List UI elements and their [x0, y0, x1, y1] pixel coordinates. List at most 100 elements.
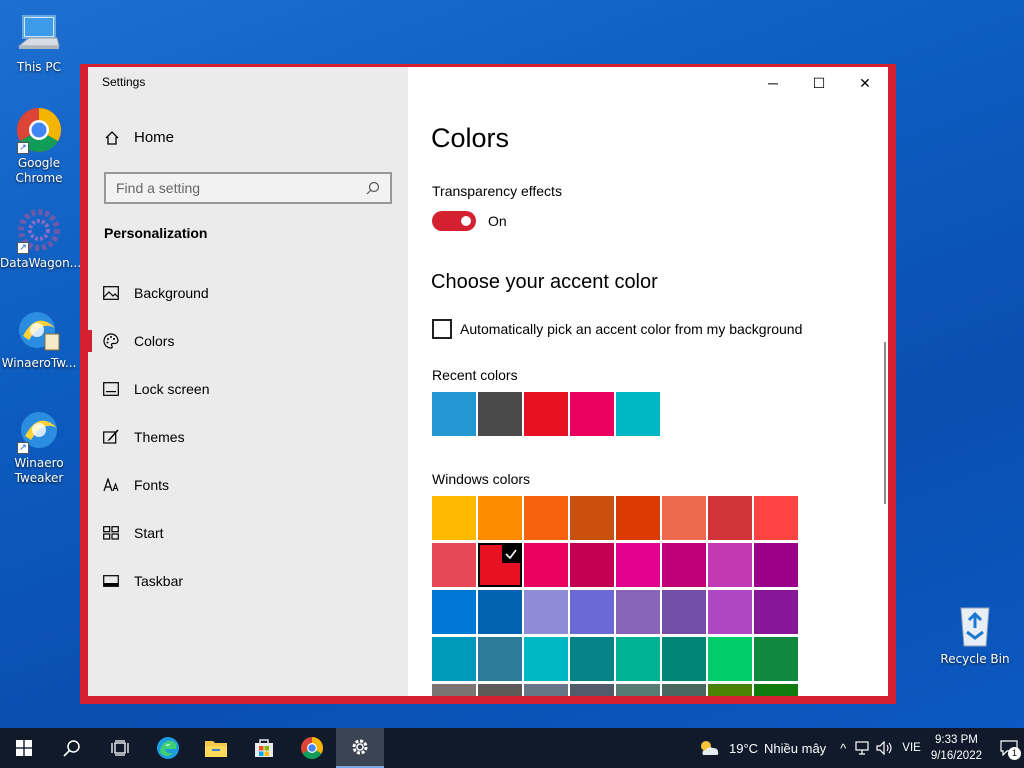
search-input[interactable]: Find a setting	[104, 172, 392, 204]
color-swatch[interactable]	[754, 637, 798, 681]
sidebar-item-lock-screen[interactable]: Lock screen	[88, 365, 408, 413]
color-swatch[interactable]	[432, 496, 476, 540]
desktop-icon-recycle-bin[interactable]: Recycle Bin	[936, 602, 1014, 667]
color-swatch[interactable]	[754, 684, 798, 696]
taskbar-file-explorer[interactable]	[192, 728, 240, 768]
desktop-icon-this-pc[interactable]: This PC	[0, 10, 78, 75]
color-swatch[interactable]	[524, 637, 568, 681]
color-swatch[interactable]	[616, 684, 660, 696]
window-controls: ─ ☐ ✕	[750, 67, 888, 99]
recent-color-swatch[interactable]	[524, 392, 568, 436]
color-swatch[interactable]	[570, 637, 614, 681]
color-swatch[interactable]	[754, 590, 798, 634]
desktop-icon-datawagon[interactable]: ↗ DataWagon...	[0, 206, 81, 271]
recent-colors-label: Recent colors	[432, 367, 518, 383]
color-swatch[interactable]	[708, 543, 752, 587]
sidebar-item-colors[interactable]: Colors	[88, 317, 408, 365]
weather-temp[interactable]: 19°C	[729, 741, 758, 756]
clock[interactable]: 9:33 PM 9/16/2022	[931, 732, 982, 764]
winaero-icon: ↗	[15, 406, 63, 454]
color-swatch[interactable]	[754, 543, 798, 587]
color-swatch[interactable]	[524, 496, 568, 540]
weather-icon[interactable]	[697, 738, 721, 758]
sidebar-item-start[interactable]: Start	[88, 509, 408, 557]
taskbar-store[interactable]	[240, 728, 288, 768]
color-swatch[interactable]	[662, 543, 706, 587]
color-swatch[interactable]	[478, 637, 522, 681]
color-swatch[interactable]	[570, 496, 614, 540]
notification-count: 1	[1008, 747, 1021, 760]
volume-icon[interactable]	[876, 741, 894, 755]
windows-colors-grid	[432, 496, 798, 696]
desktop-icon-google-chrome[interactable]: ↗ Google Chrome	[0, 106, 78, 186]
minimize-button[interactable]: ─	[750, 67, 796, 99]
color-swatch[interactable]	[662, 637, 706, 681]
sidebar-item-home[interactable]: Home	[104, 129, 174, 146]
color-swatch[interactable]	[478, 590, 522, 634]
color-swatch[interactable]	[478, 543, 522, 587]
desktop-icon-winaerotweaker-1[interactable]: WinaeroTw...	[0, 306, 78, 371]
color-swatch[interactable]	[662, 590, 706, 634]
windows-colors-label: Windows colors	[432, 471, 531, 487]
color-swatch[interactable]	[754, 496, 798, 540]
color-swatch[interactable]	[478, 496, 522, 540]
maximize-button[interactable]: ☐	[796, 67, 842, 99]
desktop-icon-label: Winaero Tweaker	[14, 456, 64, 485]
color-swatch[interactable]	[524, 543, 568, 587]
sidebar-item-taskbar[interactable]: Taskbar	[88, 557, 408, 605]
sidebar-item-background[interactable]: Background	[88, 269, 408, 317]
windows-logo-icon	[16, 740, 32, 756]
start-button[interactable]	[0, 728, 48, 768]
taskbar-settings[interactable]	[336, 728, 384, 768]
desktop-icon-winaero-tweaker[interactable]: ↗ Winaero Tweaker	[0, 406, 78, 486]
taskbar-edge[interactable]	[144, 728, 192, 768]
settings-window: Settings Home Find a setting Personaliza…	[80, 64, 896, 704]
color-swatch[interactable]	[432, 590, 476, 634]
color-swatch[interactable]	[616, 637, 660, 681]
search-icon	[366, 181, 380, 195]
color-swatch[interactable]	[616, 496, 660, 540]
color-swatch[interactable]	[570, 590, 614, 634]
color-swatch[interactable]	[708, 496, 752, 540]
search-button[interactable]	[48, 728, 96, 768]
network-icon[interactable]	[854, 741, 870, 755]
recent-color-swatch[interactable]	[616, 392, 660, 436]
color-swatch[interactable]	[432, 543, 476, 587]
sidebar-item-label: Fonts	[134, 477, 170, 493]
color-swatch[interactable]	[478, 684, 522, 696]
task-view-button[interactable]	[96, 728, 144, 768]
taskbar-chrome[interactable]	[288, 728, 336, 768]
transparency-toggle[interactable]	[432, 211, 476, 231]
sidebar-item-fonts[interactable]: Fonts	[88, 461, 408, 509]
chevron-up-icon[interactable]: ^	[840, 741, 846, 756]
color-swatch[interactable]	[616, 590, 660, 634]
sidebar-item-themes[interactable]: Themes	[88, 413, 408, 461]
notification-button[interactable]: 1	[994, 728, 1024, 768]
color-swatch[interactable]	[524, 684, 568, 696]
recent-colors	[432, 392, 662, 436]
recent-color-swatch[interactable]	[432, 392, 476, 436]
color-swatch[interactable]	[662, 684, 706, 696]
desktop-icon-label: Recycle Bin	[940, 652, 1010, 666]
color-swatch[interactable]	[570, 684, 614, 696]
weather-desc[interactable]: Nhiều mây	[764, 741, 826, 756]
color-swatch[interactable]	[432, 637, 476, 681]
recent-color-swatch[interactable]	[478, 392, 522, 436]
search-icon	[63, 740, 80, 757]
color-swatch[interactable]	[570, 543, 614, 587]
store-icon	[255, 739, 273, 757]
color-swatch[interactable]	[432, 684, 476, 696]
color-swatch[interactable]	[524, 590, 568, 634]
color-swatch[interactable]	[708, 684, 752, 696]
scrollbar[interactable]	[884, 342, 886, 504]
language-indicator[interactable]: VIE	[902, 742, 921, 754]
auto-pick-checkbox[interactable]	[432, 319, 452, 339]
auto-pick-label[interactable]: Automatically pick an accent color from …	[460, 321, 802, 337]
color-swatch[interactable]	[662, 496, 706, 540]
recent-color-swatch[interactable]	[570, 392, 614, 436]
color-swatch[interactable]	[616, 543, 660, 587]
desktop-icon-label: This PC	[17, 60, 61, 74]
color-swatch[interactable]	[708, 590, 752, 634]
color-swatch[interactable]	[708, 637, 752, 681]
close-button[interactable]: ✕	[842, 67, 888, 99]
